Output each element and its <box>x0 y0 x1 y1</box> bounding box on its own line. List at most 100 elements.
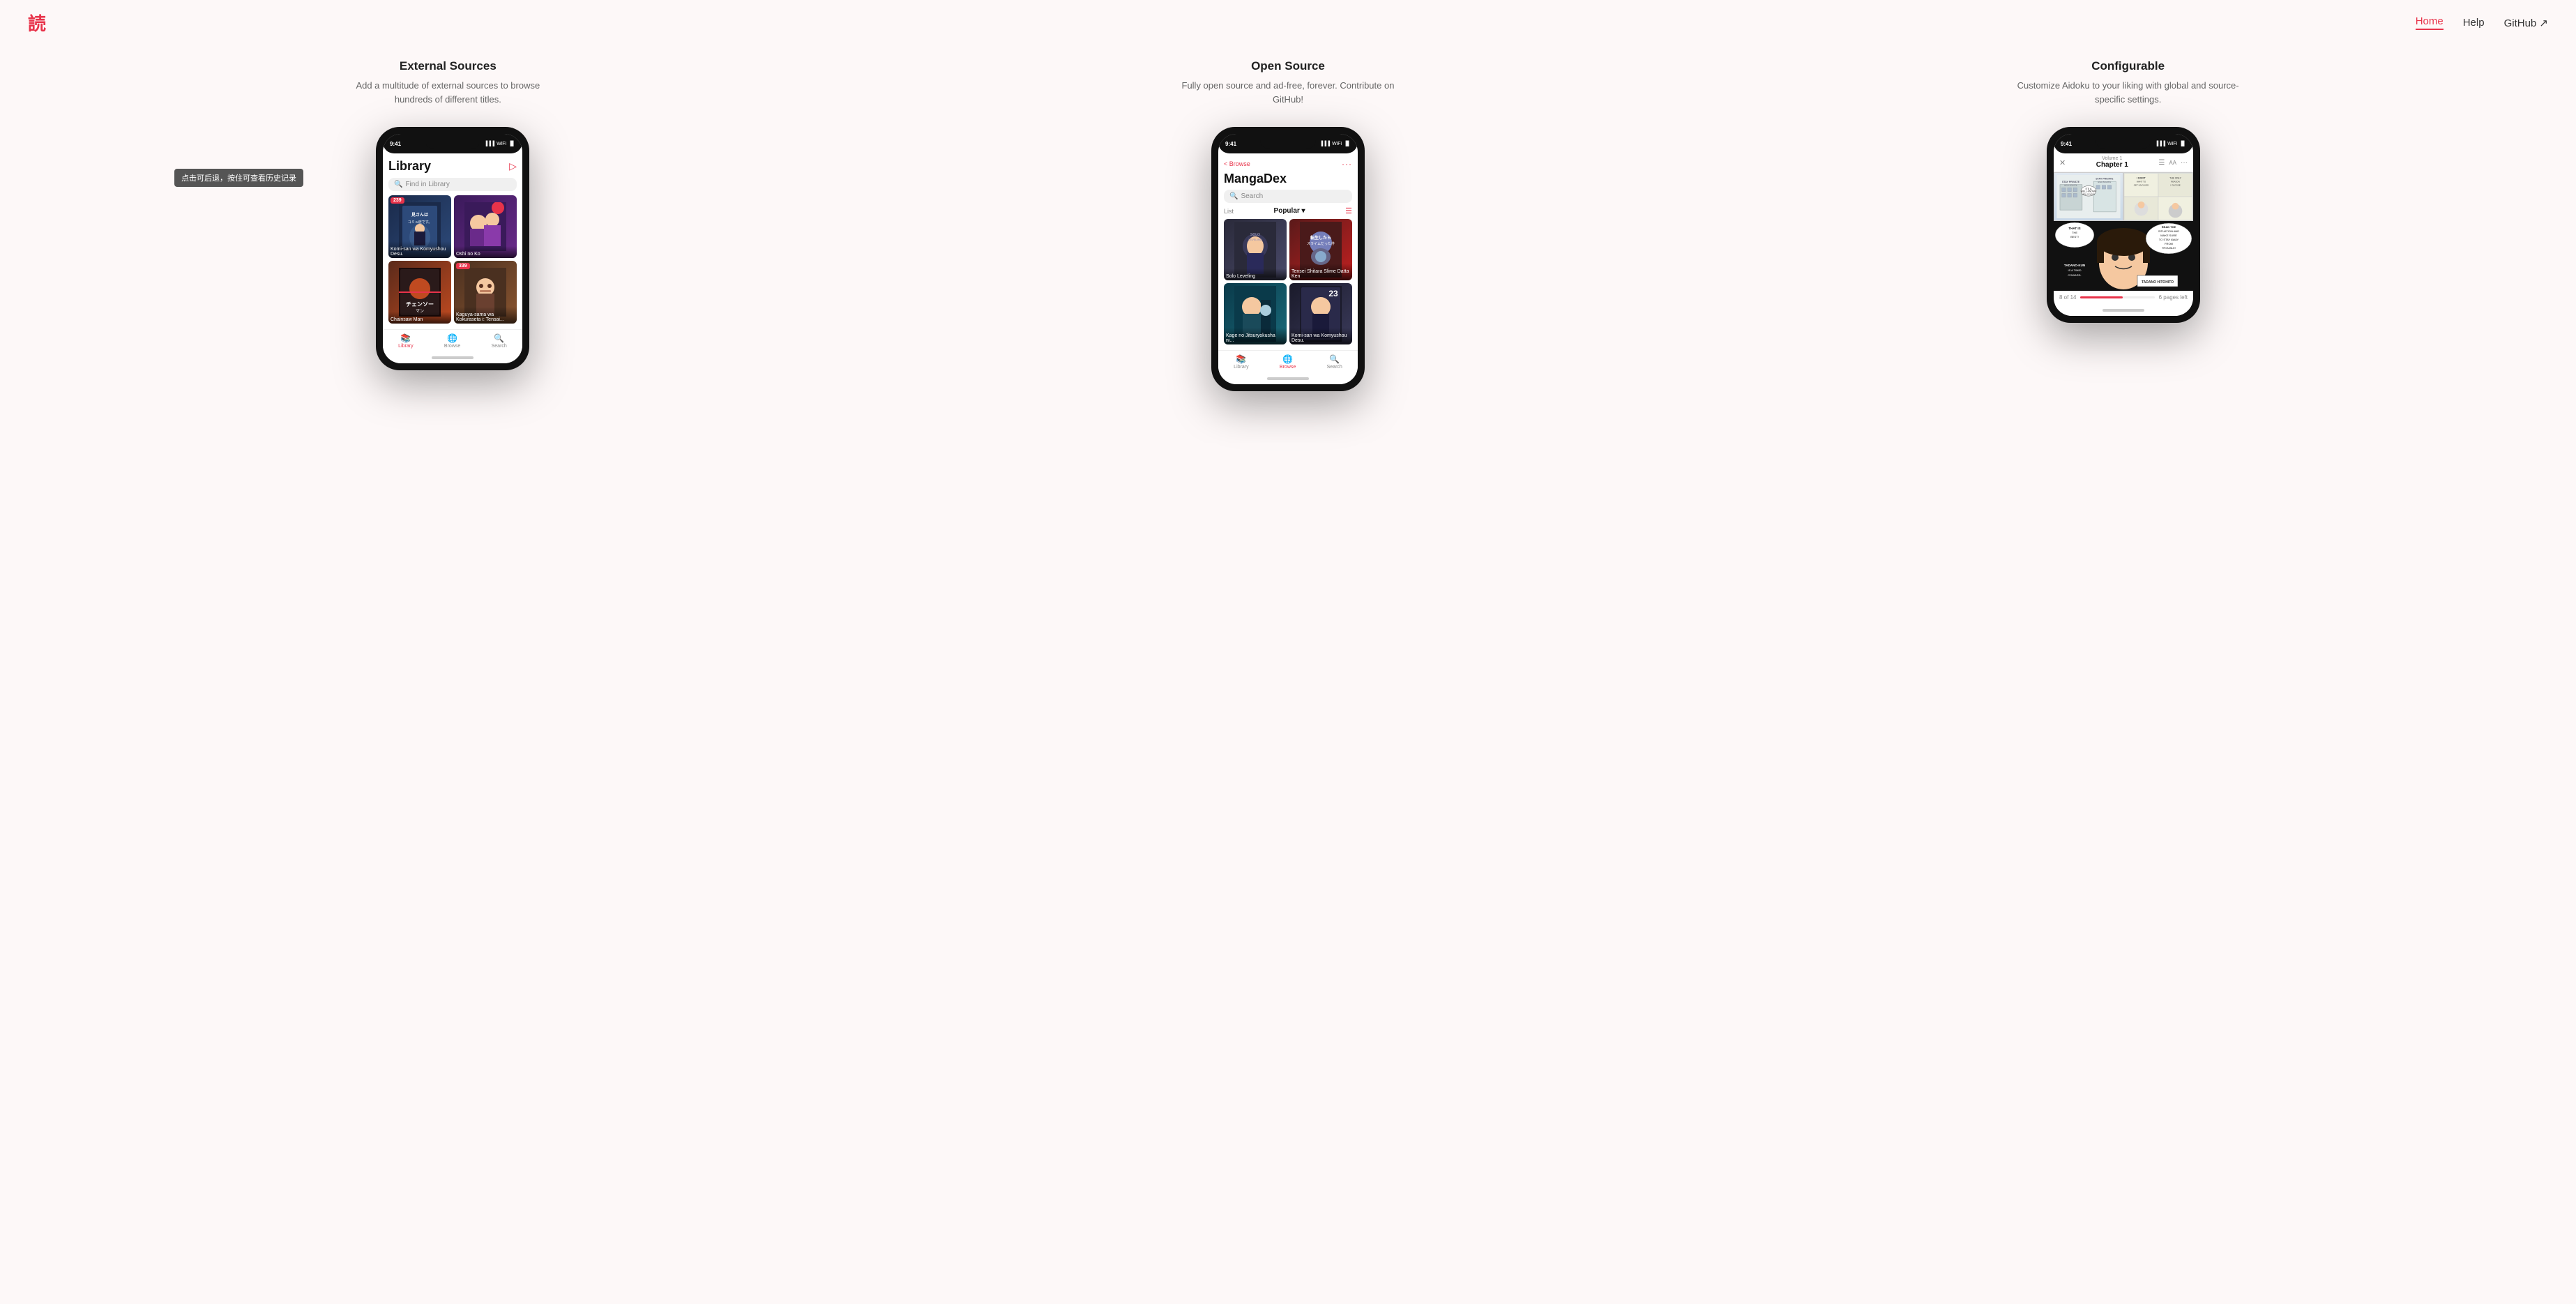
manga-title-0: Komi-san wa Komyushou Desu. <box>388 241 451 258</box>
progress-pages: 8 of 14 <box>2059 294 2076 301</box>
svg-text:FROM: FROM <box>2165 242 2173 245</box>
manga-card-1[interactable]: 7 Oshi no Ko <box>454 195 517 258</box>
browse-more-icon[interactable]: ··· <box>1342 159 1352 169</box>
nav-github[interactable]: GitHub ↗ <box>2504 17 2548 29</box>
tab-label-library-1: Library <box>398 344 413 349</box>
font-size-icon[interactable]: AA <box>2169 160 2176 166</box>
library-tab-icon-2: 📚 <box>1236 354 1246 364</box>
tab-browse-1[interactable]: 🌐 Browse <box>444 333 460 349</box>
phone2-tab-bar: 📚 Library 🌐 Browse 🔍 Search <box>1218 350 1358 373</box>
navbar: 読 Home Help GitHub ↗ <box>0 0 2576 45</box>
svg-text:REASON: REASON <box>2171 180 2179 183</box>
tab-search-2[interactable]: 🔍 Search <box>1327 354 1342 370</box>
browse-card-2[interactable]: Kage no Jitsuryokusha ni... <box>1224 283 1287 344</box>
browse-title-1: Tensei Shitara Slime Datta Ken <box>1289 264 1352 280</box>
feature-desc-2: Fully open source and ad-free, forever. … <box>1176 79 1400 106</box>
notch-2 <box>1260 134 1316 149</box>
nav-help[interactable]: Help <box>2463 17 2485 29</box>
feature-configurable: Configurable Customize Aidoku to your li… <box>2017 59 2240 106</box>
svg-text:THE ONLY: THE ONLY <box>2169 177 2182 180</box>
svg-text:GET INVOLVED: GET INVOLVED <box>2134 183 2149 186</box>
svg-text:TADANO-KUN: TADANO-KUN <box>2064 264 2085 267</box>
tab-label-browse-1: Browse <box>444 344 460 349</box>
feature-external-sources: External Sources Add a multitude of exte… <box>336 59 559 106</box>
browse-grid: SOLO LEVELING Solo Leveling <box>1224 219 1352 344</box>
svg-text:スライムだった件: スライムだった件 <box>1307 241 1335 246</box>
tab-browse-2[interactable]: 🌐 Browse <box>1280 354 1296 370</box>
more-icon[interactable]: ··· <box>2181 159 2188 167</box>
tab-search-1[interactable]: 🔍 Search <box>492 333 507 349</box>
reader-close-btn[interactable]: ✕ <box>2059 158 2066 167</box>
library-search-bar[interactable]: 🔍 Find in Library <box>388 178 517 191</box>
browse-card-1[interactable]: 転生したら スライムだった件 Tensei Shitara Slime Datt… <box>1289 219 1352 280</box>
svg-text:HIGH SCHOOL: HIGH SCHOOL <box>2098 181 2112 183</box>
svg-text:HIGH SCHOOL: HIGH SCHOOL <box>2064 184 2078 187</box>
manga-card-0[interactable]: 見さんは コミュ症です。 239 Komi-san wa Komyushou D… <box>388 195 451 258</box>
phone-library: 9:41 ▐▐▐ WiFi ▐▌ Library ▷ 🔍 Find <box>376 127 529 370</box>
list-header: List Popular ▾ ☰ <box>1224 206 1352 215</box>
browse-content: < Browse ··· MangaDex 🔍 Search List Popu… <box>1218 153 1358 350</box>
nav-links: Home Help GitHub ↗ <box>2416 15 2548 30</box>
svg-text:READ THE: READ THE <box>2162 225 2176 229</box>
tooltip: 点击可后退，按住可查看历史记录 <box>174 169 303 187</box>
browse-card-0[interactable]: SOLO LEVELING Solo Leveling <box>1224 219 1287 280</box>
status-icons-1: ▐▐▐ WiFi ▐▌ <box>484 142 515 146</box>
filter-icon[interactable]: ☰ <box>1345 206 1352 215</box>
svg-text:THAT IS: THAT IS <box>2068 227 2080 230</box>
tab-library-2[interactable]: 📚 Library <box>1234 354 1248 370</box>
svg-text:SITUATION AND: SITUATION AND <box>2158 229 2179 233</box>
reader-progress-bar: 8 of 14 6 pages left <box>2054 291 2193 305</box>
reader-controls: ☰ AA ··· <box>2158 159 2188 167</box>
library-content: Library ▷ 🔍 Find in Library <box>383 153 522 329</box>
browse-card-3[interactable]: 23 Komi-san wa Komyushou Desu. <box>1289 283 1352 344</box>
svg-text:見さんは: 見さんは <box>411 212 428 218</box>
phone-browse: 9:41 ▐▐▐ WiFi ▐▌ < Browse ··· MangaDex 🔍 <box>1211 127 1365 391</box>
svg-text:MAKE SURE: MAKE SURE <box>2160 234 2177 237</box>
svg-text:WELL-KNOWN: WELL-KNOWN <box>2081 190 2097 193</box>
feature-title-1: External Sources <box>336 59 559 73</box>
svg-text:TADANO HITOHITO: TADANO HITOHITO <box>2142 280 2174 285</box>
manga-badge-3: 339 <box>456 263 470 269</box>
tab-library-1[interactable]: 📚 Library <box>398 333 413 349</box>
svg-text:STAY PRIVATE: STAY PRIVATE <box>2062 181 2080 183</box>
feature-desc-1: Add a multitude of external sources to b… <box>336 79 559 106</box>
reader-topbar: ✕ Volume 1 Chapter 1 ☰ AA ··· <box>2054 153 2193 172</box>
notch-bar-3: 9:41 ▐▐▐ WiFi ▐▌ <box>2054 134 2193 153</box>
notch-bar-1: 9:41 ▐▐▐ WiFi ▐▌ <box>383 134 522 153</box>
library-title: Library <box>388 159 431 174</box>
notch-1 <box>425 134 480 149</box>
svg-text:LEVELING: LEVELING <box>1248 238 1262 241</box>
home-bar-1 <box>432 356 473 359</box>
notch-bar-2: 9:41 ▐▐▐ WiFi ▐▌ <box>1218 134 1358 153</box>
browse-back-btn[interactable]: < Browse <box>1224 160 1250 167</box>
svg-text:コミュ症です。: コミュ症です。 <box>408 220 432 225</box>
status-time-1: 9:41 <box>390 141 401 147</box>
manga-card-3[interactable]: 339 Kaguya-sama wa Kokuraseta i: Tensai.… <box>454 261 517 324</box>
library-search-placeholder: Find in Library <box>405 181 449 188</box>
logo: 読 <box>28 10 46 36</box>
phone-library-screen: 9:41 ▐▐▐ WiFi ▐▌ Library ▷ 🔍 Find <box>383 134 522 363</box>
search-icon-1: 🔍 <box>394 181 402 188</box>
phone-browse-screen: 9:41 ▐▐▐ WiFi ▐▌ < Browse ··· MangaDex 🔍 <box>1218 134 1358 384</box>
list-view-icon[interactable]: ☰ <box>2158 159 2165 167</box>
tab-label-search-2: Search <box>1327 365 1342 370</box>
main-content: External Sources Add a multitude of exte… <box>0 45 2576 433</box>
popular-dropdown[interactable]: Popular ▾ <box>1274 207 1305 215</box>
home-indicator-3 <box>2054 305 2193 316</box>
progress-bar-fill <box>2080 296 2123 298</box>
manga-title-1: Oshi no Ko <box>454 246 517 258</box>
browse-search-bar[interactable]: 🔍 Search <box>1224 190 1352 203</box>
signal-icon-3: ▐▐▐ <box>2155 142 2165 146</box>
home-bar-2 <box>1267 377 1309 380</box>
reader-chapter-info: Volume 1 Chapter 1 <box>2096 156 2128 169</box>
progress-bar-track[interactable] <box>2080 296 2154 298</box>
tab-label-search-1: Search <box>492 344 507 349</box>
svg-text:THE: THE <box>2072 231 2077 234</box>
svg-text:WANT TO: WANT TO <box>2137 180 2146 183</box>
svg-text:I DON'T: I DON'T <box>2137 177 2146 180</box>
manga-card-2[interactable]: チェンソー マン Chainsaw Man <box>388 261 451 324</box>
nav-home[interactable]: Home <box>2416 15 2444 30</box>
wifi-icon-1: WiFi <box>497 142 506 146</box>
signal-icon-1: ▐▐▐ <box>484 142 494 146</box>
library-play-icon[interactable]: ▷ <box>509 160 517 172</box>
